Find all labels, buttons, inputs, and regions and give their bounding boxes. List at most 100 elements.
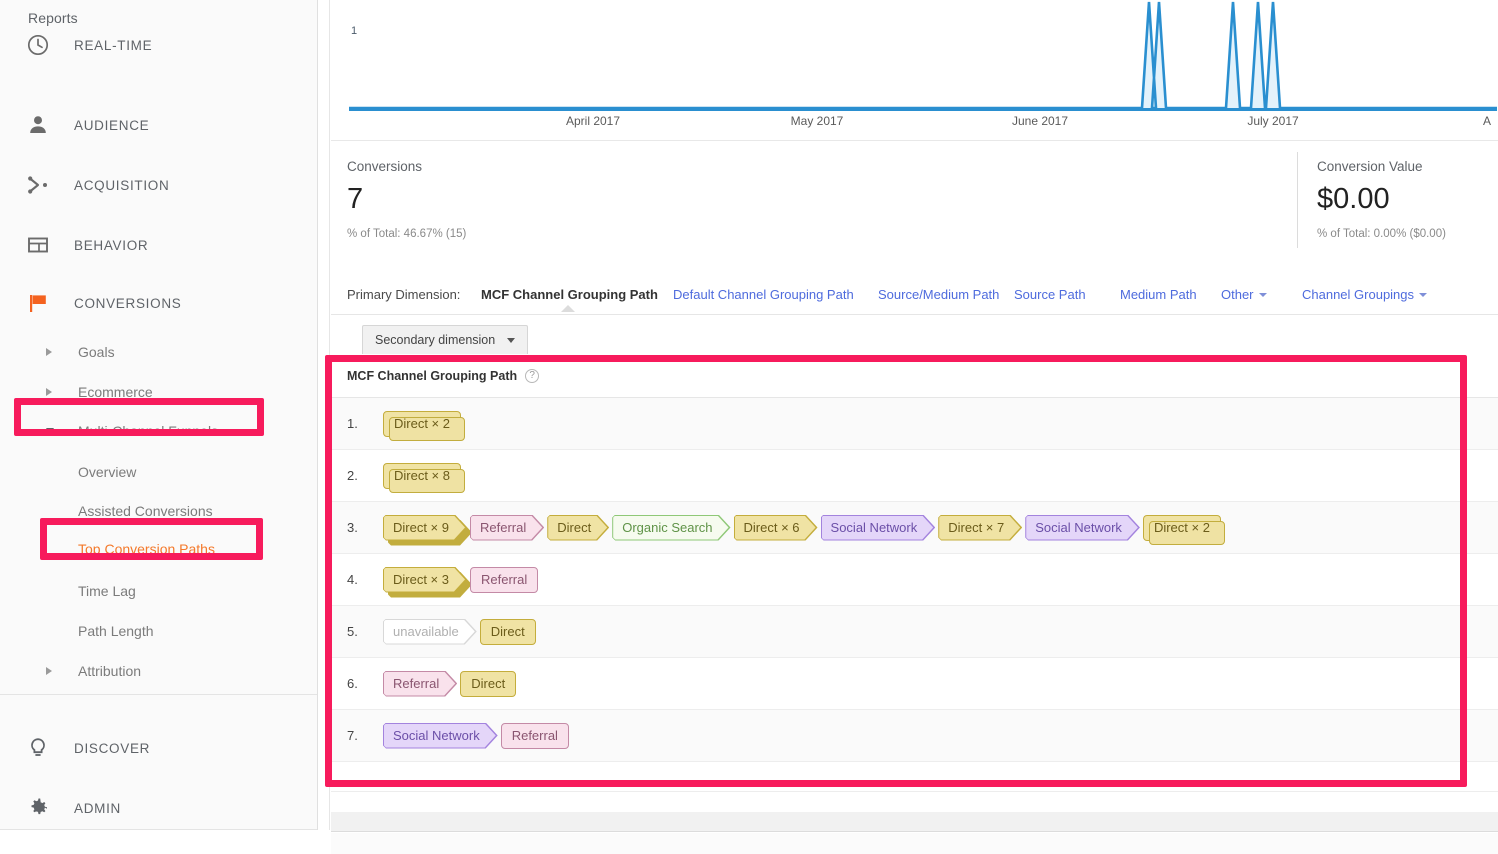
chevron-right-icon[interactable] — [46, 348, 52, 356]
row-index: 5. — [347, 624, 358, 639]
sidebar-item-conversions[interactable]: CONVERSIONS — [0, 276, 317, 330]
path-step-chip[interactable]: Referral — [470, 566, 539, 593]
chevron-down-icon[interactable] — [46, 428, 54, 434]
path-step-label: Social Network — [830, 520, 918, 535]
sidebar-item-label: AUDIENCE — [74, 117, 150, 133]
path-step-chip[interactable]: Direct × 2 — [1142, 514, 1225, 545]
conversion-path-chips: Direct × 8 — [383, 462, 465, 493]
path-step-chip[interactable]: Organic Search — [612, 515, 730, 541]
primary-dimension-tab-source-medium-path[interactable]: Source/Medium Path — [878, 287, 999, 302]
sidebar-item-overview[interactable]: Overview — [0, 452, 317, 492]
conversion-path-chips: Direct × 2 — [383, 410, 465, 441]
chevron-right-icon[interactable] — [46, 388, 52, 396]
path-step-chip[interactable]: Social Network — [383, 723, 498, 749]
sidebar-item-label: ACQUISITION — [74, 177, 170, 193]
path-step-chip[interactable]: Direct × 3 — [383, 567, 467, 593]
sidebar-subitem-label: Attribution — [78, 663, 142, 679]
row-index: 7. — [347, 728, 358, 743]
primary-dimension-tab-channel-groupings[interactable]: Channel Groupings — [1302, 287, 1428, 302]
path-step-chip[interactable]: Direct — [479, 618, 536, 645]
path-step-chip[interactable]: Direct × 7 — [938, 515, 1022, 541]
conversions-metric-percent-of-total: % of Total: 46.67% (15) — [347, 228, 467, 240]
conversion-path-chips: Direct × 3 Referral — [383, 566, 539, 593]
sidebar-subitem-label: Multi-Channel Funnels — [78, 423, 219, 439]
question-mark-icon[interactable]: ? — [525, 368, 540, 383]
sidebar-subitem-label: Ecommerce — [78, 384, 153, 400]
primary-dimension-bar: Primary Dimension: MCF Channel Grouping … — [331, 278, 1498, 314]
metrics-vertical-divider — [1297, 152, 1298, 248]
table-row[interactable]: 7. Social Network Referral — [331, 710, 1498, 762]
behavior-icon — [24, 231, 52, 259]
left-navigation-sidebar: Reports REAL-TIME AUDIENCE ACQUISITION BEHA… — [0, 0, 318, 854]
sidebar-item-label: ADMIN — [74, 800, 121, 816]
chart-area-fill — [349, 2, 1497, 108]
app-root: Reports REAL-TIME AUDIENCE ACQUISITION BEHA… — [0, 0, 1498, 854]
path-step-chip[interactable]: Social Network — [821, 515, 936, 541]
path-step-label: Direct — [490, 624, 525, 639]
path-step-chip[interactable]: Direct — [460, 670, 517, 697]
path-step-chip[interactable]: Referral — [470, 515, 544, 541]
path-step-chip[interactable]: Social Network — [1025, 515, 1140, 541]
primary-dimension-tab-mcf-channel-grouping-path[interactable]: MCF Channel Grouping Path — [481, 287, 658, 302]
path-step-chip[interactable]: Referral — [383, 671, 457, 697]
sidebar-item-real-time[interactable]: REAL-TIME — [0, 18, 317, 72]
table-row[interactable]: 5. unavailable Direct — [331, 606, 1498, 658]
primary-dimension-tab-label: Other — [1221, 287, 1254, 302]
chevron-right-icon[interactable] — [46, 667, 52, 675]
primary-dimension-tab-default-channel-grouping-path[interactable]: Default Channel Grouping Path — [673, 287, 854, 302]
sidebar-scrollbar-track[interactable] — [318, 0, 330, 854]
sidebar-subitem-label: Assisted Conversions — [78, 503, 213, 519]
sidebar-item-ecommerce[interactable]: Ecommerce — [0, 372, 317, 412]
table-row[interactable]: 4. Direct × 3 Referral — [331, 554, 1498, 606]
sidebar-item-behavior[interactable]: BEHAVIOR — [0, 218, 317, 272]
sidebar-item-goals[interactable]: Goals — [0, 332, 317, 372]
secondary-dimension-label: Secondary dimension — [375, 333, 496, 347]
path-step-chip[interactable]: Direct × 9 — [383, 515, 467, 541]
primary-dimension-tab-label: MCF Channel Grouping Path — [481, 287, 658, 302]
sidebar-item-multi-channel-funnels[interactable]: Multi-Channel Funnels — [0, 411, 317, 451]
sidebar-item-discover[interactable]: DISCOVER — [0, 721, 317, 775]
path-step-chip[interactable]: unavailable — [383, 619, 477, 645]
secondary-dimension-button[interactable]: Secondary dimension — [362, 325, 529, 354]
gear-icon — [24, 794, 52, 822]
chevron-down-icon — [507, 337, 516, 343]
path-step-label: Social Network — [1035, 520, 1122, 535]
path-step-chip[interactable]: Direct × 6 — [734, 515, 818, 541]
chevron-down-icon — [1419, 293, 1428, 297]
sidebar-item-path-length[interactable]: Path Length — [0, 611, 317, 651]
path-step-chip[interactable]: Direct — [547, 515, 609, 541]
sidebar-item-label: CONVERSIONS — [74, 295, 182, 311]
sidebar-item-audience[interactable]: AUDIENCE — [0, 98, 317, 152]
table-row[interactable]: 1. Direct × 2 — [331, 398, 1498, 450]
path-step-chip[interactable]: Direct × 8 — [383, 462, 465, 493]
sidebar-item-assisted-conversions[interactable]: Assisted Conversions — [0, 491, 317, 531]
sidebar-item-acquisition[interactable]: ACQUISITION — [0, 158, 317, 212]
conversions-metric-value: 7 — [347, 183, 364, 215]
table-row[interactable]: 6. Referral Direct — [331, 658, 1498, 710]
primary-dimension-tab-other[interactable]: Other — [1221, 287, 1267, 302]
table-header-row: MCF Channel Grouping Path ? — [331, 354, 1498, 398]
chart-x-tick-label: April 2017 — [565, 114, 621, 128]
chevron-down-icon — [1258, 293, 1267, 297]
row-index: 4. — [347, 572, 358, 587]
path-step-label: Direct × 7 — [948, 520, 1005, 535]
conversion-path-chips: unavailable Direct — [383, 618, 536, 645]
table-row[interactable]: 2. Direct × 8 — [331, 450, 1498, 502]
sidebar-item-admin[interactable]: ADMIN — [0, 781, 317, 835]
path-step-label: Referral — [480, 520, 527, 535]
sidebar-item-top-conversion-paths[interactable]: Top Conversion Paths — [0, 529, 317, 569]
sidebar-subitem-label: Overview — [78, 464, 137, 480]
sidebar-item-time-lag[interactable]: Time Lag — [0, 571, 317, 611]
selected-tab-indicator — [561, 305, 575, 312]
metrics-summary-row: Conversions 7 % of Total: 46.67% (15) Co… — [331, 141, 1498, 266]
primary-dimension-tab-source-path[interactable]: Source Path — [1014, 287, 1086, 302]
sidebar-subitem-label: Time Lag — [78, 583, 136, 599]
table-row[interactable]: 3. Direct × 9 Referral Direct Organic Search… — [331, 502, 1498, 554]
chart-x-axis-labels: April 2017 May 2017 June 2017 July 2017 A — [349, 114, 1497, 138]
sidebar-item-attribution[interactable]: Attribution — [0, 651, 317, 691]
sidebar-footer-fill — [0, 830, 331, 854]
primary-dimension-tab-medium-path[interactable]: Medium Path — [1120, 287, 1197, 302]
path-step-label: Direct × 6 — [743, 520, 800, 535]
path-step-chip[interactable]: Referral — [500, 722, 569, 749]
path-step-chip[interactable]: Direct × 2 — [383, 410, 465, 441]
